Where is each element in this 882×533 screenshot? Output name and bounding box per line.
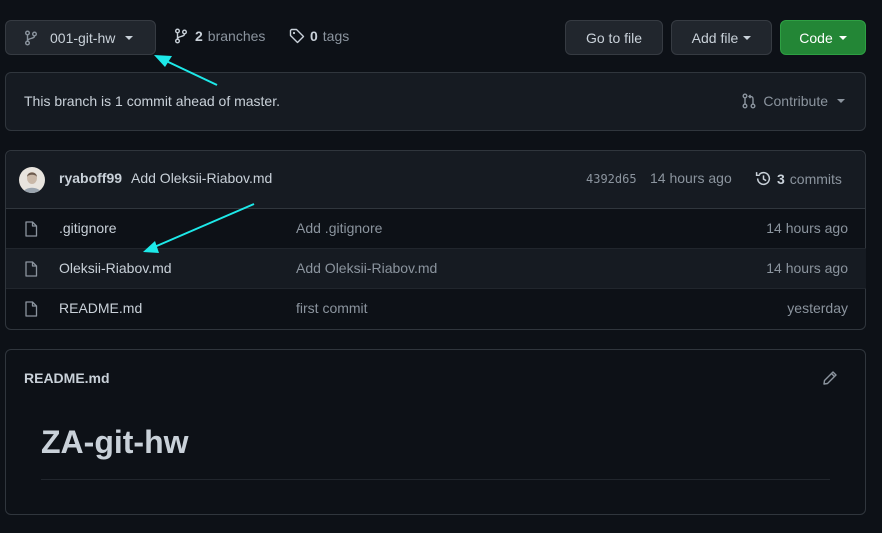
tags-label: tags: [322, 28, 350, 44]
add-file-button[interactable]: Add file: [671, 20, 772, 55]
file-name[interactable]: README.md: [59, 300, 142, 316]
chevron-down-icon: [743, 35, 752, 40]
chevron-down-icon: [838, 35, 847, 40]
contribute-label: Contribute: [763, 93, 828, 109]
readme-panel: README.md ZA-git-hw: [5, 349, 866, 515]
go-to-file-button[interactable]: Go to file: [565, 20, 663, 55]
latest-commit-bar: ryaboff99 Add Oleksii-Riabov.md 4392d65 …: [6, 151, 865, 208]
file-row[interactable]: Oleksii-Riabov.md Add Oleksii-Riabov.md …: [6, 248, 866, 288]
code-button[interactable]: Code: [780, 20, 866, 55]
commits-label: commits: [789, 170, 842, 187]
add-file-label: Add file: [691, 29, 739, 46]
tags-count: 0: [310, 28, 318, 44]
git-branch-icon: [175, 28, 187, 44]
readme-heading: ZA-git-hw: [41, 424, 189, 460]
branches-count: 2: [195, 28, 203, 44]
file-icon: [25, 301, 38, 317]
branches-link[interactable]: 2 branches: [174, 28, 265, 44]
commit-time: 14 hours ago: [650, 170, 732, 186]
file-commit-message[interactable]: Add .gitignore: [296, 220, 382, 236]
annotation-arrowhead-branch: [154, 55, 172, 67]
chevron-down-icon: [837, 99, 845, 103]
file-age: 14 hours ago: [766, 260, 848, 276]
commit-sha[interactable]: 4392d65: [586, 172, 637, 186]
tag-icon: [289, 28, 305, 44]
branch-ahead-text: This branch is 1 commit ahead of master.: [24, 93, 280, 109]
contribute-button[interactable]: Contribute: [741, 93, 845, 109]
branch-ahead-banner: This branch is 1 commit ahead of master.…: [5, 72, 866, 131]
pull-request-icon: [742, 93, 756, 109]
readme-filename: README.md: [24, 370, 110, 386]
go-to-file-label: Go to file: [585, 29, 643, 46]
commits-count: 3: [777, 170, 785, 187]
file-row[interactable]: .gitignore Add .gitignore 14 hours ago: [6, 208, 866, 248]
pencil-icon[interactable]: [822, 370, 838, 386]
commit-message[interactable]: Add Oleksii-Riabov.md: [131, 170, 272, 186]
history-icon: [755, 171, 771, 186]
file-age: 14 hours ago: [766, 220, 848, 236]
branch-selector-button[interactable]: 001-git-hw: [5, 20, 156, 55]
branches-label: branches: [207, 28, 266, 44]
file-commit-message[interactable]: Add Oleksii-Riabov.md: [296, 260, 437, 276]
readme-heading-divider: [41, 479, 830, 480]
file-name[interactable]: .gitignore: [59, 220, 117, 236]
file-commit-message[interactable]: first commit: [296, 300, 368, 316]
branch-name: 001-git-hw: [50, 29, 116, 46]
tags-link[interactable]: 0 tags: [289, 28, 349, 44]
chevron-down-icon: [125, 35, 134, 40]
code-label: Code: [799, 29, 833, 46]
file-age: yesterday: [787, 300, 848, 316]
avatar[interactable]: [19, 167, 45, 193]
commit-author[interactable]: ryaboff99: [59, 170, 122, 186]
file-name[interactable]: Oleksii-Riabov.md: [59, 260, 172, 276]
git-branch-icon: [25, 30, 37, 45]
file-icon: [25, 261, 38, 277]
file-row[interactable]: README.md first commit yesterday: [6, 288, 866, 328]
file-icon: [25, 221, 38, 237]
commits-history-link[interactable]: 3 commits: [755, 170, 842, 187]
